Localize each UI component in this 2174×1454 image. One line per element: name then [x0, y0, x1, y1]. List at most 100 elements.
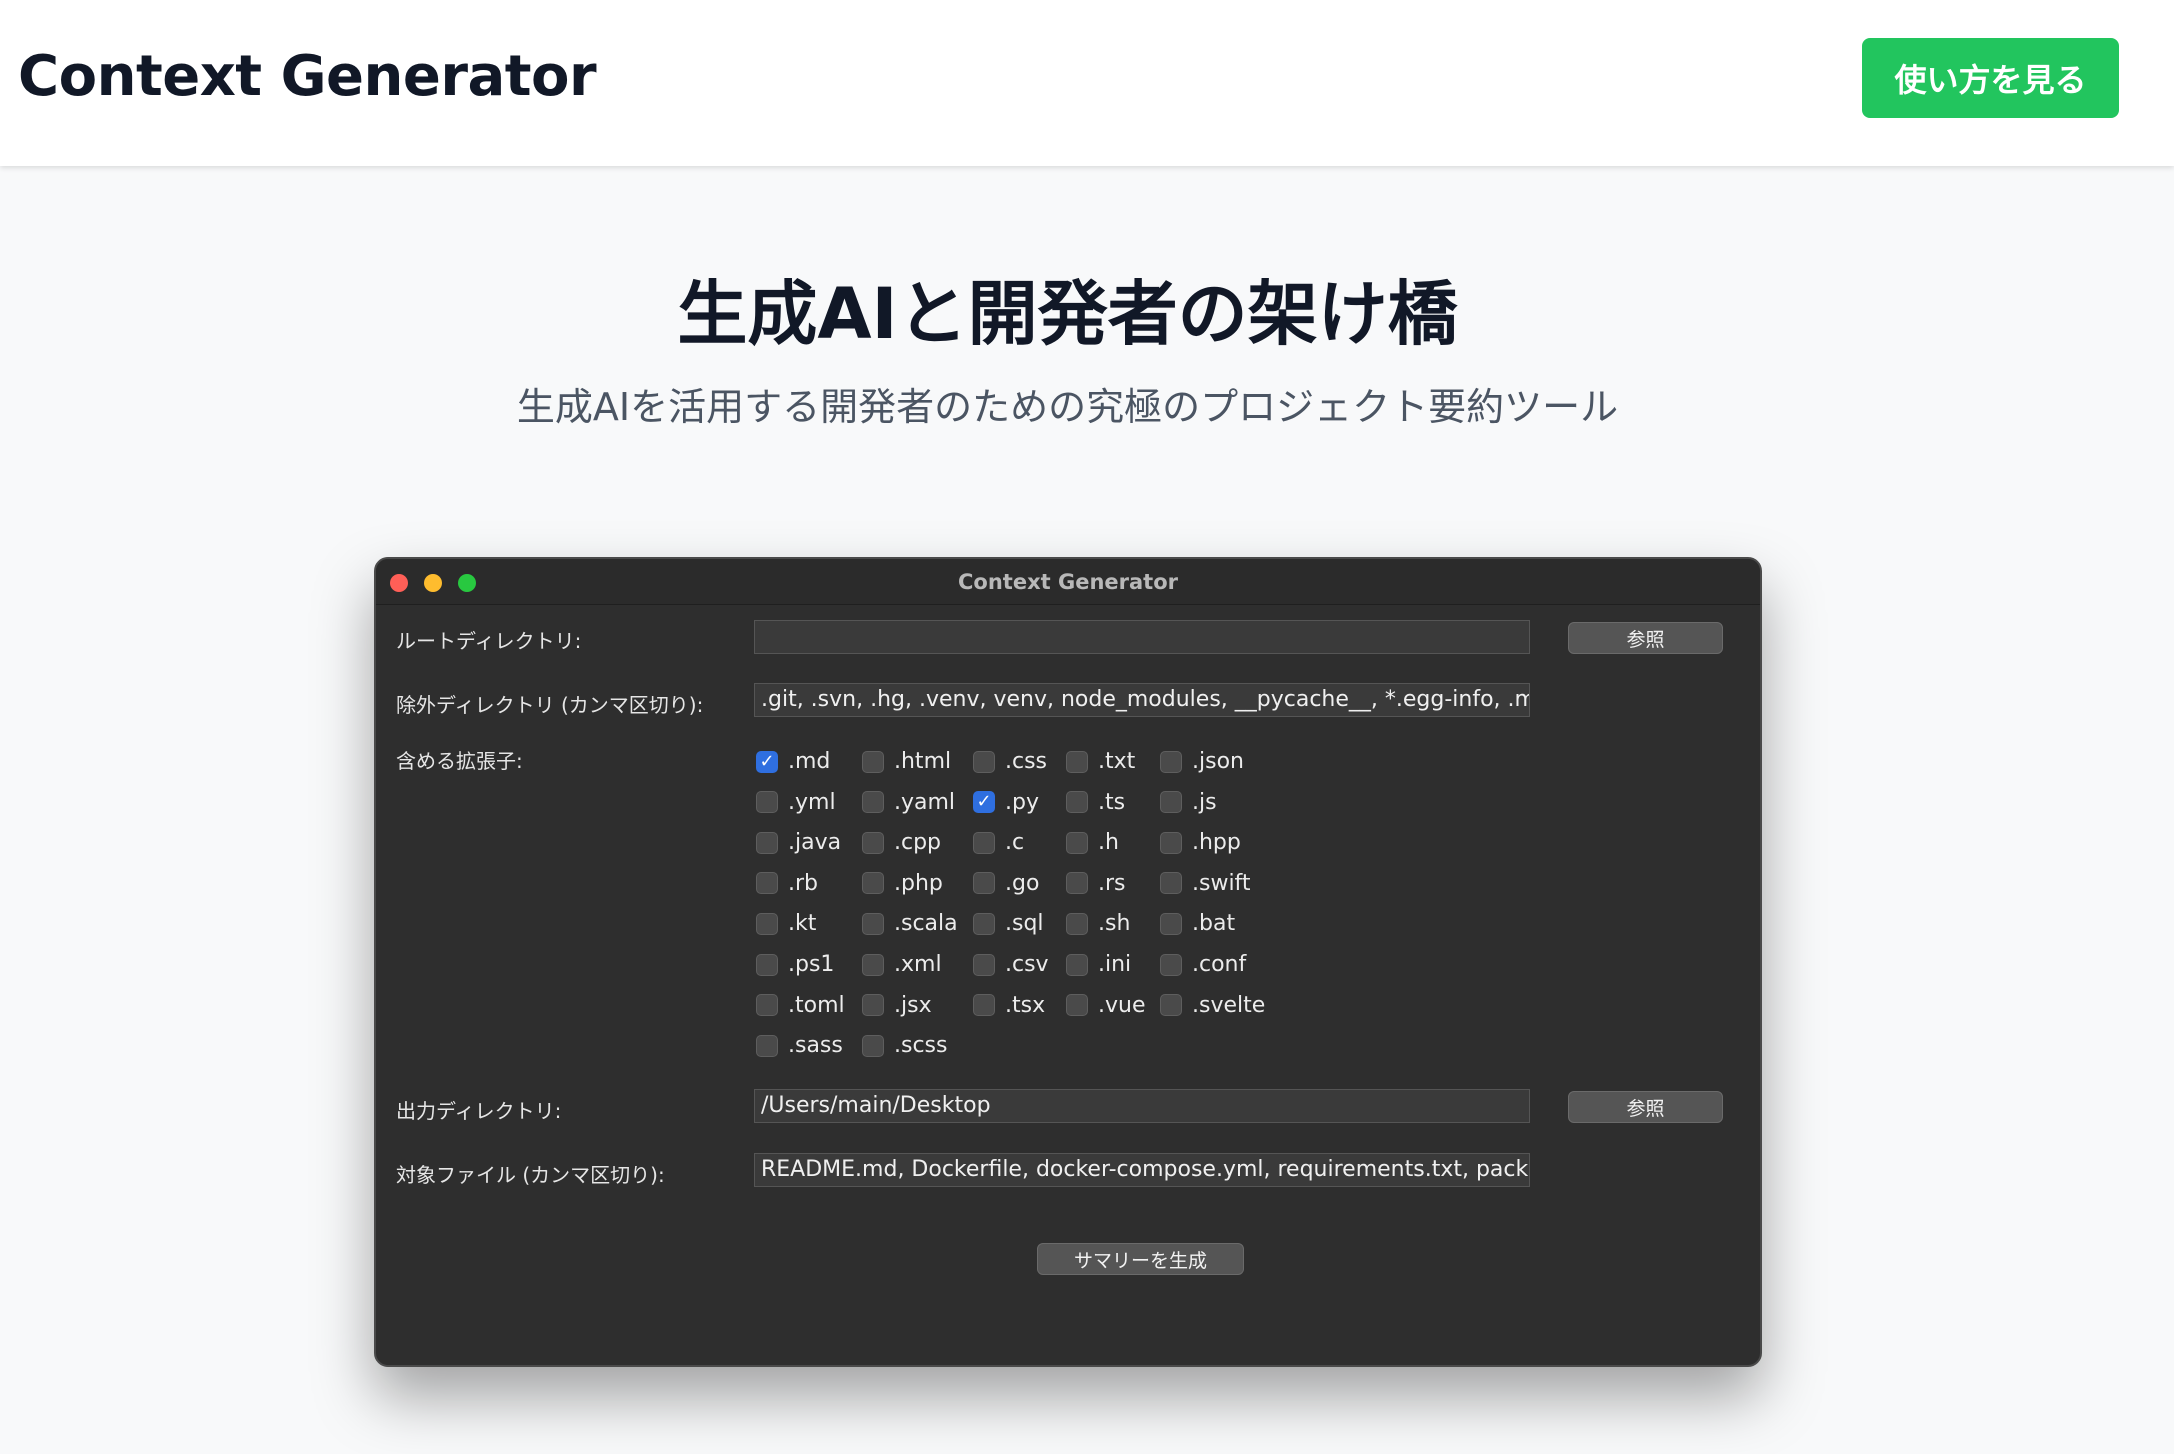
- ext-checkbox-ts[interactable]: .ts: [1066, 790, 1125, 815]
- checkbox-box[interactable]: [973, 953, 995, 976]
- ext-checkbox-go[interactable]: .go: [973, 871, 1039, 896]
- checkbox-box[interactable]: [862, 953, 884, 976]
- checkbox-box[interactable]: [1066, 872, 1088, 895]
- ext-label: .csv: [1005, 952, 1049, 977]
- checkbox-box[interactable]: [1066, 750, 1088, 773]
- ext-checkbox-rs[interactable]: .rs: [1066, 871, 1126, 896]
- ext-label: .sql: [1005, 911, 1044, 937]
- ext-checkbox-jsx[interactable]: .jsx: [862, 993, 932, 1018]
- checkbox-box[interactable]: [973, 994, 995, 1017]
- output-dir-input[interactable]: /Users/main/Desktop: [754, 1089, 1530, 1123]
- ext-label: .rb: [788, 870, 819, 896]
- root-dir-label: ルートディレクトリ:: [396, 629, 582, 653]
- output-dir-label: 出力ディレクトリ:: [396, 1099, 562, 1123]
- checkbox-box[interactable]: [862, 791, 884, 814]
- window-titlebar: Context Generator: [376, 559, 1760, 605]
- ext-checkbox-md[interactable]: ✓ .md: [756, 749, 830, 774]
- hero-subtitle: 生成AIを活用する開発者のための究極のプロジェクト要約ツール: [516, 385, 1619, 429]
- checkbox-box[interactable]: [973, 831, 995, 854]
- ext-label: .swift: [1192, 870, 1251, 896]
- checkbox-box[interactable]: [1066, 831, 1088, 854]
- ext-label: .hpp: [1192, 830, 1241, 856]
- ext-checkbox-py[interactable]: ✓ .py: [973, 790, 1039, 815]
- checkbox-box[interactable]: [1160, 791, 1182, 814]
- ext-checkbox-css[interactable]: .css: [973, 749, 1047, 774]
- target-files-input[interactable]: README.md, Dockerfile, docker-compose.ym…: [754, 1153, 1530, 1187]
- ext-checkbox-scala[interactable]: .scala: [862, 911, 958, 936]
- checkbox-box[interactable]: [1160, 750, 1182, 773]
- checkbox-box[interactable]: [756, 831, 778, 854]
- ext-label: .h: [1098, 830, 1119, 856]
- checkbox-box[interactable]: [756, 953, 778, 976]
- ext-checkbox-cpp[interactable]: .cpp: [862, 830, 941, 855]
- ext-checkbox-c[interactable]: .c: [973, 830, 1024, 855]
- ext-checkbox-php[interactable]: .php: [862, 871, 943, 896]
- ext-checkbox-html[interactable]: .html: [862, 749, 951, 774]
- ext-checkbox-txt[interactable]: .txt: [1066, 749, 1135, 774]
- root-dir-input[interactable]: [754, 620, 1530, 654]
- ext-checkbox-bat[interactable]: .bat: [1160, 911, 1235, 936]
- checkbox-box[interactable]: [862, 831, 884, 854]
- checkbox-box[interactable]: [756, 994, 778, 1017]
- checkbox-box[interactable]: [756, 791, 778, 814]
- checkbox-box[interactable]: [862, 872, 884, 895]
- ext-checkbox-ps1[interactable]: .ps1: [756, 952, 834, 977]
- ext-checkbox-json[interactable]: .json: [1160, 749, 1244, 774]
- ext-label: .yml: [788, 789, 836, 815]
- checkbox-box[interactable]: [973, 912, 995, 935]
- ext-label: .java: [788, 830, 842, 856]
- checkbox-box[interactable]: [1160, 912, 1182, 935]
- ext-checkbox-js[interactable]: .js: [1160, 790, 1217, 815]
- ext-checkbox-kt[interactable]: .kt: [756, 911, 816, 936]
- exclude-dirs-input[interactable]: .git, .svn, .hg, .venv, venv, node_modul…: [754, 683, 1530, 717]
- ext-checkbox-tsx[interactable]: .tsx: [973, 993, 1045, 1018]
- ext-checkbox-csv[interactable]: .csv: [973, 952, 1049, 977]
- checkbox-box[interactable]: [1066, 994, 1088, 1017]
- checkbox-box[interactable]: [756, 872, 778, 895]
- checkbox-box[interactable]: [1066, 953, 1088, 976]
- checkbox-box[interactable]: [756, 1034, 778, 1057]
- ext-checkbox-hpp[interactable]: .hpp: [1160, 830, 1241, 855]
- ext-checkbox-sh[interactable]: .sh: [1066, 911, 1130, 936]
- checkbox-box[interactable]: [1160, 831, 1182, 854]
- checkbox-box[interactable]: [973, 750, 995, 773]
- ext-checkbox-ini[interactable]: .ini: [1066, 952, 1131, 977]
- checkbox-box[interactable]: [862, 750, 884, 773]
- checkmark-icon[interactable]: ✓: [973, 791, 995, 814]
- root-dir-browse-button[interactable]: 参照: [1568, 622, 1723, 654]
- checkbox-box[interactable]: [862, 1034, 884, 1057]
- ext-label: .json: [1192, 749, 1244, 774]
- ext-checkbox-toml[interactable]: .toml: [756, 993, 845, 1018]
- ext-checkbox-conf[interactable]: .conf: [1160, 952, 1246, 977]
- checkbox-box[interactable]: [1066, 912, 1088, 935]
- checkbox-box[interactable]: [1160, 872, 1182, 895]
- ext-checkbox-h[interactable]: .h: [1066, 830, 1119, 855]
- how-to-use-button[interactable]: 使い方を見る: [1862, 38, 2119, 118]
- ext-checkbox-yml[interactable]: .yml: [756, 790, 836, 815]
- ext-checkbox-java[interactable]: .java: [756, 830, 841, 855]
- ext-label: .scss: [894, 1033, 948, 1059]
- checkbox-box[interactable]: [973, 872, 995, 895]
- ext-checkbox-sql[interactable]: .sql: [973, 911, 1044, 936]
- checkbox-box[interactable]: [1066, 791, 1088, 814]
- ext-checkbox-xml[interactable]: .xml: [862, 952, 942, 977]
- ext-label: .jsx: [894, 992, 932, 1018]
- output-dir-browse-button[interactable]: 参照: [1568, 1091, 1723, 1123]
- ext-checkbox-rb[interactable]: .rb: [756, 871, 818, 896]
- ext-checkbox-vue[interactable]: .vue: [1066, 993, 1146, 1018]
- checkbox-box[interactable]: [862, 912, 884, 935]
- checkbox-box[interactable]: [1160, 994, 1182, 1017]
- ext-checkbox-scss[interactable]: .scss: [862, 1033, 947, 1058]
- checkbox-box[interactable]: [1160, 953, 1182, 976]
- ext-label: .php: [894, 870, 943, 896]
- checkmark-icon[interactable]: ✓: [756, 750, 778, 773]
- ext-checkbox-svelte[interactable]: .svelte: [1160, 993, 1265, 1018]
- ext-checkbox-swift[interactable]: .swift: [1160, 871, 1251, 896]
- brand-logo-text[interactable]: Context Generator: [18, 44, 597, 109]
- checkbox-box[interactable]: [756, 912, 778, 935]
- ext-checkbox-yaml[interactable]: .yaml: [862, 790, 955, 815]
- checkbox-box[interactable]: [862, 994, 884, 1017]
- generate-summary-button[interactable]: サマリーを生成: [1037, 1243, 1244, 1275]
- ext-label: .kt: [788, 911, 817, 937]
- ext-checkbox-sass[interactable]: .sass: [756, 1033, 843, 1058]
